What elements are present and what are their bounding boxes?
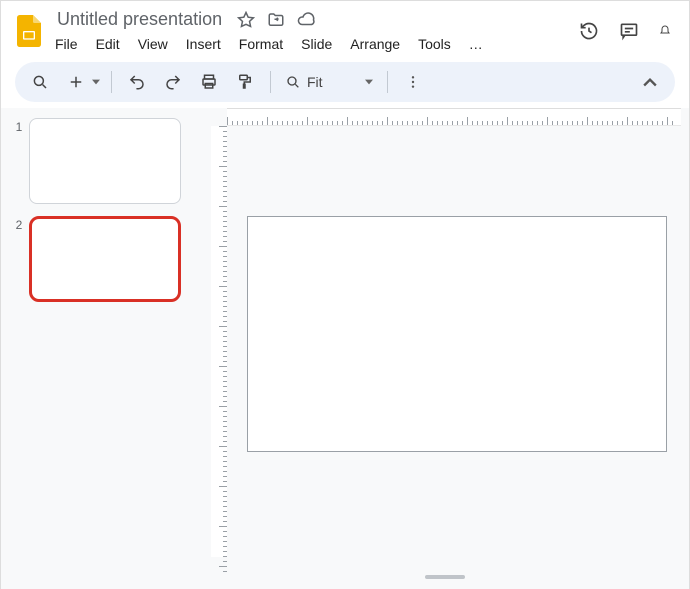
separator — [111, 71, 112, 93]
slide-thumbnail[interactable] — [29, 118, 181, 204]
chevron-down-icon — [365, 78, 373, 86]
toolbar: Fit — [15, 62, 675, 102]
zoom-select[interactable]: Fit — [281, 74, 377, 90]
thumb-row: 1 — [9, 118, 193, 204]
search-button[interactable] — [25, 67, 55, 97]
separator — [387, 71, 388, 93]
toolbar-wrap: Fit — [1, 56, 689, 108]
menu-arrange[interactable]: Arrange — [348, 34, 402, 54]
slide-thumbnail[interactable] — [29, 216, 181, 302]
menu-slide[interactable]: Slide — [299, 34, 334, 54]
redo-button[interactable] — [158, 67, 188, 97]
slide-panel: 12 — [1, 108, 201, 589]
thumb-row: 2 — [9, 216, 193, 302]
ruler-vertical[interactable] — [211, 126, 227, 557]
doc-title[interactable]: Untitled presentation — [53, 7, 226, 32]
header-right — [579, 21, 679, 41]
app-logo[interactable] — [11, 13, 47, 49]
editor — [201, 108, 689, 589]
zoom-label: Fit — [307, 74, 323, 90]
thumb-number: 2 — [9, 216, 29, 302]
more-tools-button[interactable] — [398, 67, 428, 97]
history-icon[interactable] — [579, 21, 599, 41]
canvas-area[interactable] — [227, 126, 671, 557]
ruler-horizontal[interactable] — [227, 108, 681, 126]
title-row: Untitled presentation — [53, 7, 485, 32]
new-slide-dropdown[interactable] — [91, 78, 101, 86]
notification-icon[interactable] — [659, 21, 671, 41]
menu-format[interactable]: Format — [237, 34, 285, 54]
undo-button[interactable] — [122, 67, 152, 97]
title-area: Untitled presentation File Edit View Insert… — [53, 7, 485, 54]
menu-more[interactable]: … — [467, 34, 485, 54]
menubar: File Edit View Insert Format Slide Arrange Tool… — [53, 32, 485, 54]
new-slide-button[interactable] — [61, 67, 91, 97]
slide-canvas[interactable] — [247, 216, 667, 452]
star-icon[interactable] — [236, 10, 256, 30]
print-button[interactable] — [194, 67, 224, 97]
collapse-toolbar-button[interactable] — [635, 67, 665, 97]
menu-file[interactable]: File — [53, 34, 80, 54]
speaker-notes-handle[interactable] — [425, 575, 465, 579]
thumb-number: 1 — [9, 118, 29, 204]
move-to-folder-icon[interactable] — [266, 10, 286, 30]
menu-view[interactable]: View — [136, 34, 170, 54]
paint-format-button[interactable] — [230, 67, 260, 97]
header: Untitled presentation File Edit View Insert… — [1, 1, 689, 56]
menu-insert[interactable]: Insert — [184, 34, 223, 54]
menu-tools[interactable]: Tools — [416, 34, 453, 54]
cloud-status-icon[interactable] — [296, 10, 316, 30]
separator — [270, 71, 271, 93]
menu-edit[interactable]: Edit — [94, 34, 122, 54]
workspace: 12 — [1, 108, 689, 589]
comments-icon[interactable] — [619, 21, 639, 41]
